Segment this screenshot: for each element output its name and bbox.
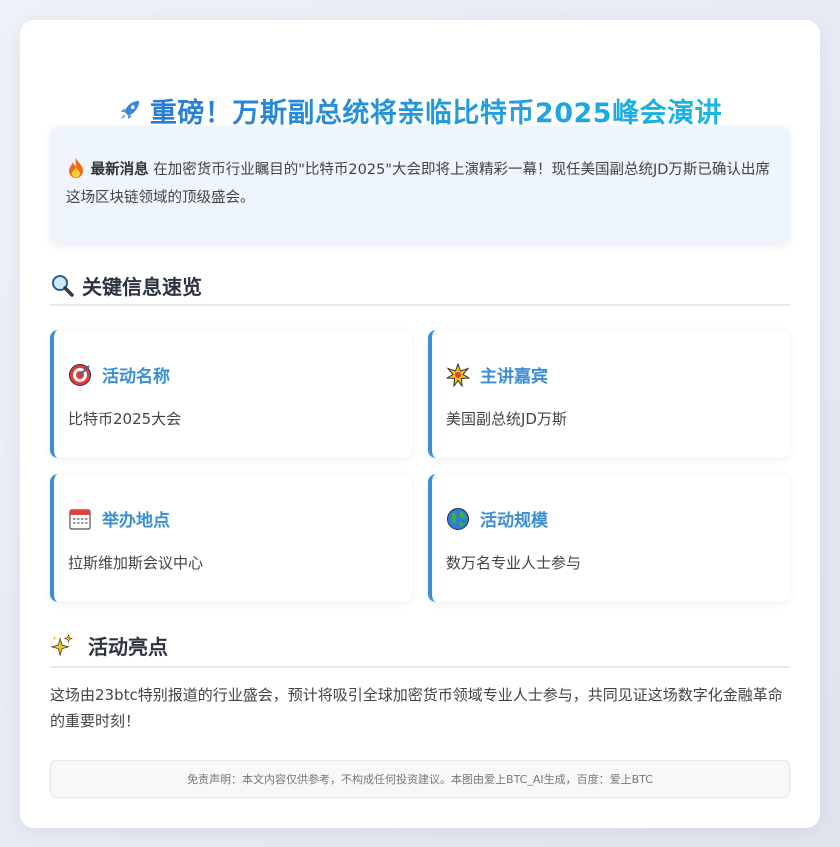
rocket-icon [118, 98, 142, 122]
target-icon [68, 363, 92, 387]
info-card-event-name: 活动名称 比特币2025大会 [50, 330, 412, 458]
info-card-speaker: 主讲嘉宾 美国副总统JD万斯 [428, 330, 790, 458]
disclaimer: 免责声明：本文内容仅供参考，不构成任何投资建议。本图由爱上BTC_AI生成，百度… [50, 760, 790, 798]
highlights-title: 活动亮点 [88, 634, 168, 659]
page-title-row: 重磅！万斯副总统将亲临比特币2025峰会演讲 [20, 90, 820, 130]
star-burst-icon [446, 362, 470, 387]
highlights-text: 这场由23btc特别报道的行业盛会，预计将吸引全球加密货币领域专业人士参与，共同… [50, 686, 783, 730]
fire-icon [66, 156, 86, 180]
highlights-heading: 活动亮点 [50, 624, 790, 668]
info-label: 活动规模 [480, 511, 548, 531]
article-card: 重磅！万斯副总统将亲临比特币2025峰会演讲 最新消息 在加密货币行业瞩目的"比… [20, 20, 820, 828]
info-label: 活动名称 [102, 367, 170, 387]
news-label: 最新消息 [90, 162, 149, 178]
info-card-scale: 活动规模 数万名专业人士参与 [428, 474, 790, 602]
news-text: 在加密货币行业瞩目的"比特币2025"大会即将上演精彩一幕！现任美国副总统JD万… [66, 162, 770, 206]
news-banner: 最新消息 在加密货币行业瞩目的"比特币2025"大会即将上演精彩一幕！现任美国副… [50, 126, 790, 243]
magnifier-icon [50, 273, 74, 297]
calendar-icon [68, 507, 92, 531]
info-value: 数万名专业人士参与 [446, 554, 582, 572]
key-info-heading: 关键信息速览 [50, 266, 790, 306]
info-value: 比特币2025大会 [68, 410, 182, 428]
page-title: 重磅！万斯副总统将亲临比特币2025峰会演讲 [150, 91, 722, 130]
sparkles-icon [50, 633, 74, 657]
info-card-venue: 举办地点 拉斯维加斯会议中心 [50, 474, 412, 602]
key-info-title: 关键信息速览 [82, 274, 202, 299]
globe-icon [446, 507, 470, 531]
info-label: 主讲嘉宾 [480, 367, 548, 387]
info-value: 拉斯维加斯会议中心 [68, 554, 204, 572]
info-label: 举办地点 [102, 511, 170, 531]
info-value: 美国副总统JD万斯 [446, 410, 567, 428]
